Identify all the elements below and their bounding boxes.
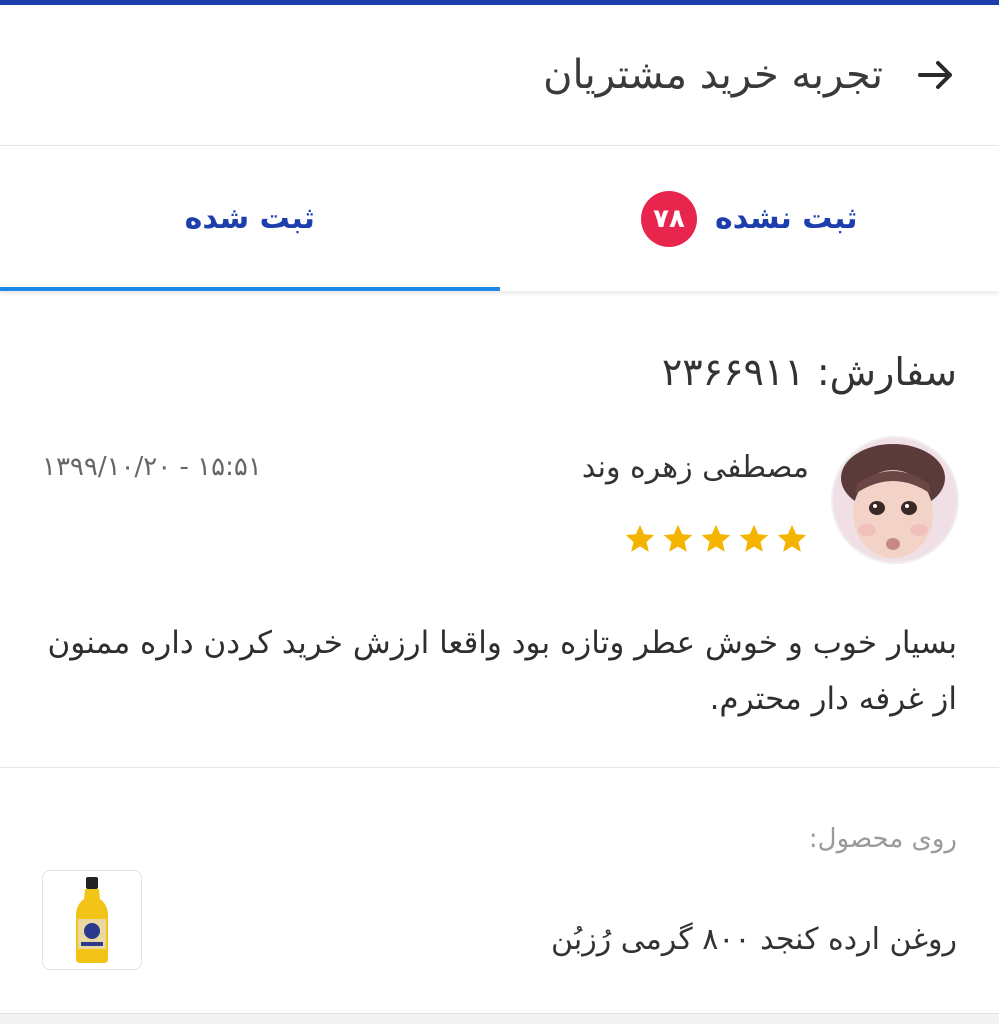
- review-date: ۱۵:۵۱ - ۱۳۹۹/۱۰/۲۰: [42, 452, 262, 482]
- tab-not-submitted-label: ثبت نشده: [714, 201, 858, 236]
- star-icon: [739, 524, 769, 552]
- page-title: تجربه خرید مشتریان: [543, 52, 883, 98]
- product-thumbnail[interactable]: [42, 870, 142, 970]
- order-number: سفارش: ۲۳۶۶۹۱۱: [662, 350, 957, 394]
- product-section: روی محصول: روغن ارده کنجد ۸۰۰ گرمی رُزبُ…: [0, 769, 999, 1014]
- product-name[interactable]: روغن ارده کنجد ۸۰۰ گرمی رُزبُن: [551, 922, 957, 957]
- review-card: سفارش: ۲۳۶۶۹۱۱ مصطفی زهره وند ۱۵:۵۱ - ۱۳…: [0, 300, 999, 768]
- oil-bottle-icon: [76, 877, 108, 963]
- app-header: تجربه خرید مشتریان: [0, 5, 999, 145]
- star-icon: [701, 524, 731, 552]
- product-caption: روی محصول:: [808, 824, 957, 854]
- reviewer-name: مصطفی زهره وند: [581, 450, 809, 485]
- rating-stars: [623, 522, 809, 556]
- tab-submitted[interactable]: ثبت شده: [0, 146, 500, 291]
- order-label: سفارش:: [816, 350, 957, 394]
- avatar: [831, 436, 959, 564]
- tab-not-submitted[interactable]: ثبت نشده ۷۸: [500, 146, 999, 291]
- review-text: بسیار خوب و خوش عطر وتازه بود واقعا ارزش…: [47, 625, 957, 717]
- order-value: ۲۳۶۶۹۱۱: [661, 350, 805, 394]
- page: تجربه خرید مشتریان ثبت نشده ۷۸ ثبت شده س…: [0, 0, 999, 1024]
- user-photo-icon: [833, 438, 957, 562]
- back-button[interactable]: [911, 50, 961, 100]
- bottom-strip: [0, 1014, 999, 1024]
- active-tab-indicator: [0, 287, 500, 291]
- review-tabs: ثبت نشده ۷۸ ثبت شده: [0, 145, 999, 291]
- tab-submitted-label: ثبت شده: [184, 201, 315, 236]
- star-icon: [777, 524, 807, 552]
- star-icon: [625, 524, 655, 552]
- count-badge: ۷۸: [640, 190, 697, 247]
- arrow-right-icon: [918, 61, 952, 89]
- star-icon: [663, 524, 693, 552]
